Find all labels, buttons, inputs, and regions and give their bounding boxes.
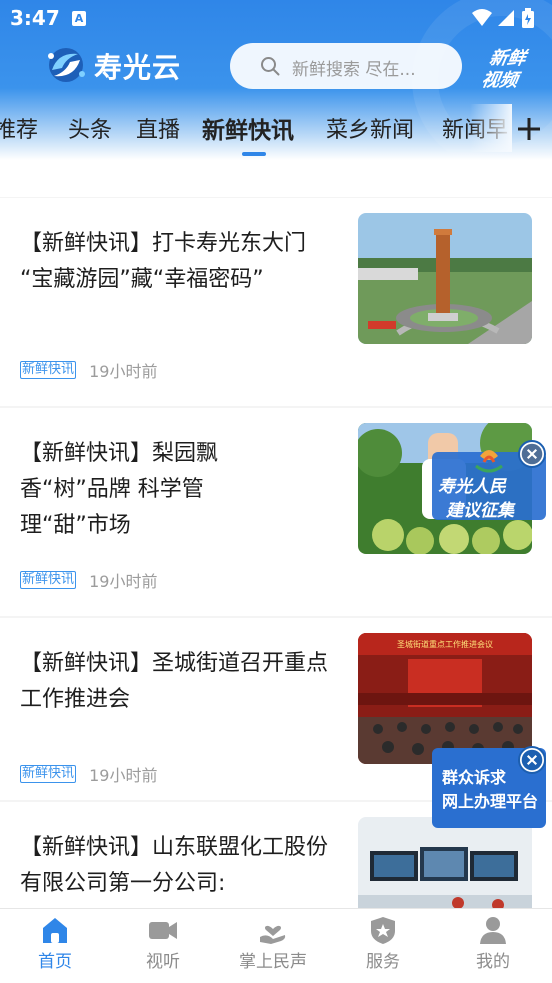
meeting-banner: 圣城街道重点工作推进会议 [397,639,493,649]
nav-services-label: 服务 [366,952,400,972]
svg-text:新鲜: 新鲜 [488,48,530,69]
news-thumbnail: 圣城街道重点工作推进会议 [358,633,532,764]
fresh-video-button[interactable]: 新鲜 视频 [478,44,538,92]
add-channel-icon[interactable] [514,114,544,144]
shield-service-icon [371,917,395,944]
news-card[interactable]: 【新鲜快讯】打卡寿光东大门 “宝藏游园”藏“幸福密码” 新鲜快讯 19小时前 [0,198,552,406]
public-appeal-badge[interactable]: 群众诉求 网上办理平台 [432,746,546,828]
nav-public-voice[interactable]: 掌上民声 [218,909,328,983]
news-meta: 新鲜快讯 19小时前 [20,568,157,591]
nav-profile-label: 我的 [476,952,510,972]
meeting-hall-photo: 圣城街道重点工作推进会议 [358,633,532,764]
app-logo[interactable]: 寿光云 [44,42,194,88]
nav-home-label: 首页 [38,952,72,972]
category-tag: 新鲜快讯 [20,571,77,589]
notification-app-icon: A [72,11,86,26]
news-thumbnail [358,213,532,344]
battery-icon [522,8,534,28]
search-icon [261,57,280,76]
nav-public-voice-label: 掌上民声 [239,952,307,972]
search-placeholder: 新鲜搜索 尽在... [292,60,416,80]
hand-heart-icon [260,925,286,944]
home-icon [43,918,67,943]
control-room-photo [358,817,532,908]
status-time: 3:47 [10,6,60,30]
nav-services[interactable]: 服务 [328,909,438,983]
nav-profile[interactable]: 我的 [438,909,548,983]
nav-audio-video[interactable]: 视听 [108,909,218,983]
tab-recommend[interactable]: 推荐 [0,112,38,144]
wifi-icon [472,9,492,26]
suggestion-subtitle: 建议征集 [446,501,514,521]
video-camera-icon [149,922,177,939]
status-bar: 3:47 A [0,0,552,36]
app-name: 寿光云 [94,51,182,84]
close-icon[interactable] [518,440,546,468]
nav-audio-video-label: 视听 [146,952,180,972]
tabs-fade [470,104,512,152]
tab-vegetable-town-news[interactable]: 菜乡新闻 [326,112,414,144]
close-icon[interactable] [518,746,546,774]
bottom-navigation: 首页 视听 掌上民声 服务 我的 [0,908,552,983]
logo-mark-icon [48,48,85,82]
publish-time: 19小时前 [89,572,158,591]
publish-time: 19小时前 [89,362,158,381]
nav-home[interactable]: 首页 [0,909,110,983]
monument-park-photo [358,213,532,344]
appeal-subtitle: 网上办理平台 [442,792,539,811]
tab-live[interactable]: 直播 [136,112,180,144]
search-bar[interactable]: 新鲜搜索 尽在... [230,43,462,89]
news-thumbnail [358,817,532,908]
news-meta: 新鲜快讯 19小时前 [20,762,157,785]
appeal-title: 群众诉求 [442,768,507,787]
news-meta: 新鲜快讯 19小时前 [20,358,157,381]
category-tag: 新鲜快讯 [20,765,77,783]
user-icon [480,917,506,944]
channel-tabs: 推荐 头条 直播 新鲜快讯 菜乡新闻 新闻早 [0,104,552,156]
app-header: 3:47 A 寿光云 新鲜搜索 尽在... 新鲜 视频 推荐 头条 直播 新鲜快… [0,0,552,160]
tab-headlines[interactable]: 头条 [68,112,112,144]
news-title: 【新鲜快讯】山东联盟化工股份有限公司第一分公司: [20,835,329,896]
news-title: 【新鲜快讯】圣城街道召开重点工作推进会 [20,651,329,712]
news-title: 【新鲜快讯】打卡寿光东大门 “宝藏游园”藏“幸福密码” [20,231,307,292]
svg-text:视频: 视频 [480,70,523,91]
status-icons [470,6,544,28]
news-title: 【新鲜快讯】梨园飘香“树”品牌 科学管理“甜”市场 [20,441,219,538]
suggestion-collection-badge[interactable]: 寿光人民 建议征集 [432,440,546,521]
active-tab-indicator [242,152,266,156]
tab-fresh-news[interactable]: 新鲜快讯 [202,111,294,145]
signal-icon [498,10,514,26]
category-tag: 新鲜快讯 [20,361,77,379]
suggestion-title: 寿光人民 [438,477,506,497]
publish-time: 19小时前 [89,766,158,785]
feed-spacer [0,160,552,197]
